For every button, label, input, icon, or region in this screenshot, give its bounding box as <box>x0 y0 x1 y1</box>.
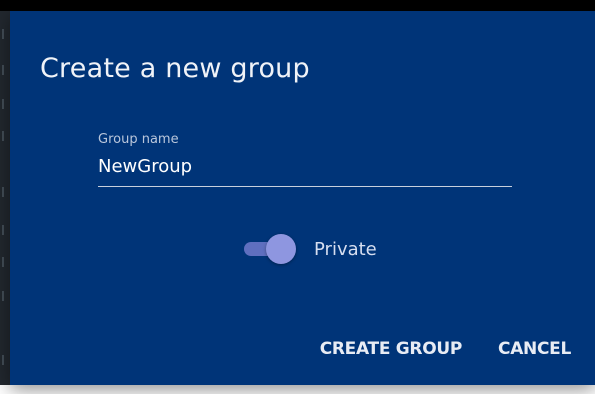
group-name-label: Group name <box>98 132 179 147</box>
create-group-button[interactable]: CREATE GROUP <box>320 339 463 359</box>
group-name-field: Group name <box>98 129 512 188</box>
cancel-button[interactable]: CANCEL <box>498 339 571 359</box>
group-name-underline <box>98 186 512 187</box>
dialog-title: Create a new group <box>40 53 310 84</box>
dialog-actions: CREATE GROUP CANCEL <box>320 339 572 359</box>
group-name-input[interactable] <box>98 151 512 181</box>
private-toggle-row: Private <box>242 232 377 266</box>
private-toggle-label: Private <box>314 238 377 260</box>
background-page-edge <box>0 11 10 385</box>
top-edge <box>0 0 595 11</box>
screen: Create a new group Group name Private CR… <box>0 0 595 394</box>
create-group-dialog: Create a new group Group name Private CR… <box>10 11 595 385</box>
private-toggle[interactable] <box>242 232 296 266</box>
toggle-thumb[interactable] <box>266 234 296 264</box>
